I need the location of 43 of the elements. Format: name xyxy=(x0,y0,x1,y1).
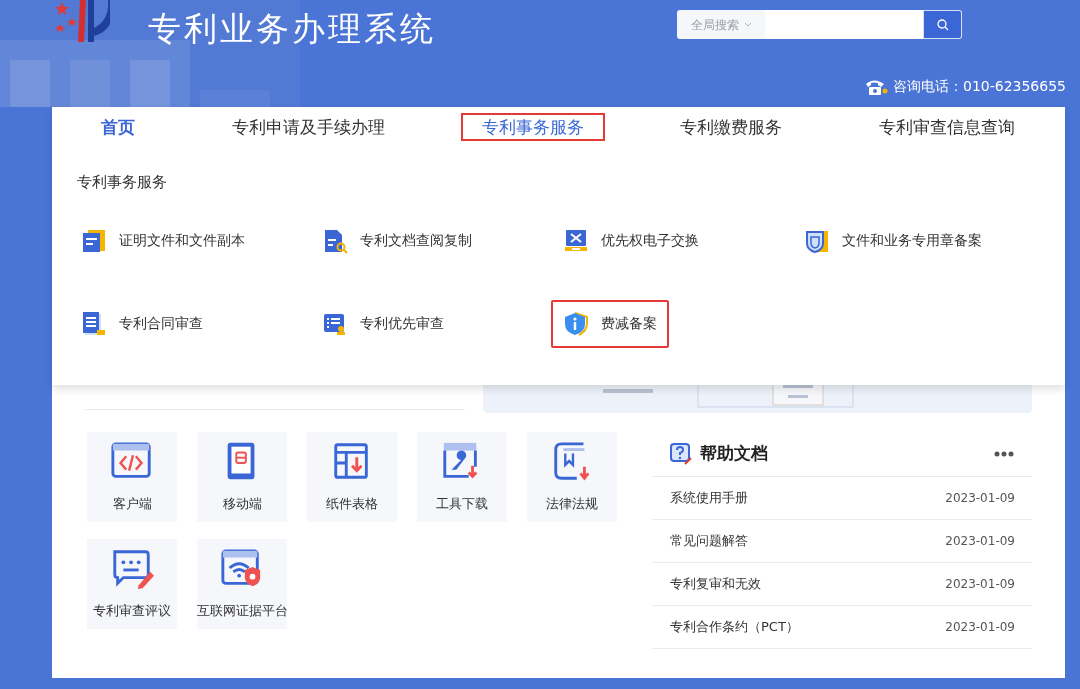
search-icon xyxy=(936,18,949,31)
menu-item[interactable]: 专利优先审查 xyxy=(310,299,456,348)
search-button[interactable] xyxy=(923,10,962,39)
more-icon[interactable] xyxy=(994,451,1014,457)
document-icon xyxy=(81,310,107,337)
quick-link-tile[interactable]: 移动端 xyxy=(197,432,287,522)
quick-link-tile[interactable]: 纸件表格 xyxy=(307,432,397,522)
quick-link-tile[interactable]: 工具下载 xyxy=(417,432,507,522)
quick-link-tile[interactable]: 专利审查评议 xyxy=(87,539,177,629)
help-link[interactable]: 常见问题解答 xyxy=(670,531,748,551)
menu-heading: 专利事务服务 xyxy=(77,172,168,193)
help-icon xyxy=(670,443,692,465)
nav-tab[interactable]: 首页 xyxy=(80,113,156,141)
help-title: 帮助文档 xyxy=(700,442,768,466)
quick-link-tile[interactable]: 互联网证据平台 xyxy=(197,539,287,629)
menu-item[interactable]: 证明文件和文件副本 xyxy=(69,216,257,265)
menu-item[interactable]: 优先权电子交换 xyxy=(551,216,711,265)
menu-item[interactable]: 文件和业务专用章备案 xyxy=(792,216,994,265)
search-field[interactable] xyxy=(765,10,923,39)
chat-edit-icon xyxy=(110,547,154,592)
document-icon xyxy=(81,227,107,254)
help-link[interactable]: 系统使用手册 xyxy=(670,488,748,508)
exchange-icon xyxy=(563,227,589,254)
nav-tab[interactable]: 专利缴费服务 xyxy=(659,113,804,141)
quick-link-tile[interactable]: 客户端 xyxy=(87,432,177,522)
document-search-icon xyxy=(322,227,348,254)
caret-icon xyxy=(743,22,752,27)
menu-item[interactable]: 费减备案 xyxy=(551,299,669,348)
help-date: 2023-01-09 xyxy=(945,619,1015,636)
menu-item[interactable]: 专利合同审查 xyxy=(69,299,215,348)
help-link[interactable]: 专利合作条约（PCT） xyxy=(670,617,799,637)
help-date: 2023-01-09 xyxy=(945,490,1015,507)
nav-tab[interactable]: 专利事务服务 xyxy=(460,113,605,141)
phone-number: 咨询电话：010-62356655 xyxy=(892,77,1066,96)
help-date: 2023-01-09 xyxy=(945,576,1015,593)
help-date: 2023-01-09 xyxy=(945,533,1015,550)
nav-tab[interactable]: 专利审查信息查询 xyxy=(858,113,1036,141)
info-shield-icon xyxy=(563,310,589,337)
menu-item[interactable]: 专利文档查阅复制 xyxy=(310,216,484,265)
help-link[interactable]: 专利复审和无效 xyxy=(670,574,761,594)
nav-tab[interactable]: 专利申请及手续办理 xyxy=(210,113,406,141)
quick-link-tile[interactable]: 法律法规 xyxy=(527,432,617,522)
system-title: 专利业务办理系统 xyxy=(148,8,436,50)
